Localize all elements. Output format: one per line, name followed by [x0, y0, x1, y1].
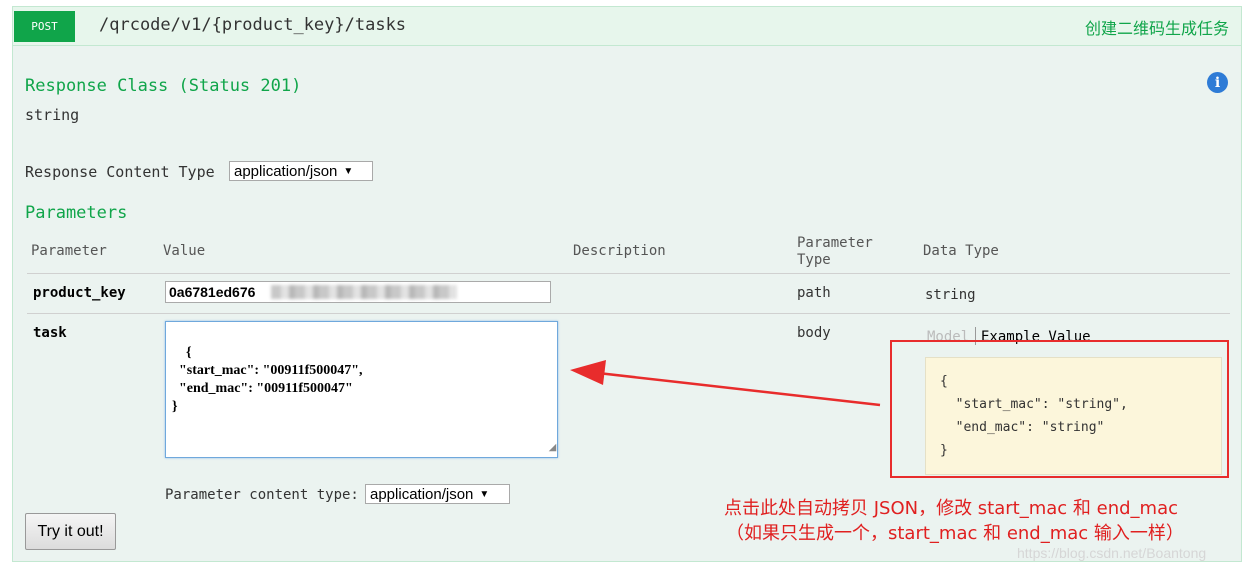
annotation-arrow-icon [570, 360, 881, 407]
annotation-line-2: （如果只生成一个，start_mac 和 end_mac 输入一样） [726, 523, 1184, 544]
watermark: https://blog.csdn.net/Boantong [1017, 545, 1207, 561]
annotation-line-1: 点击此处自动拷贝 JSON，修改 start_mac 和 end_mac [724, 498, 1179, 519]
